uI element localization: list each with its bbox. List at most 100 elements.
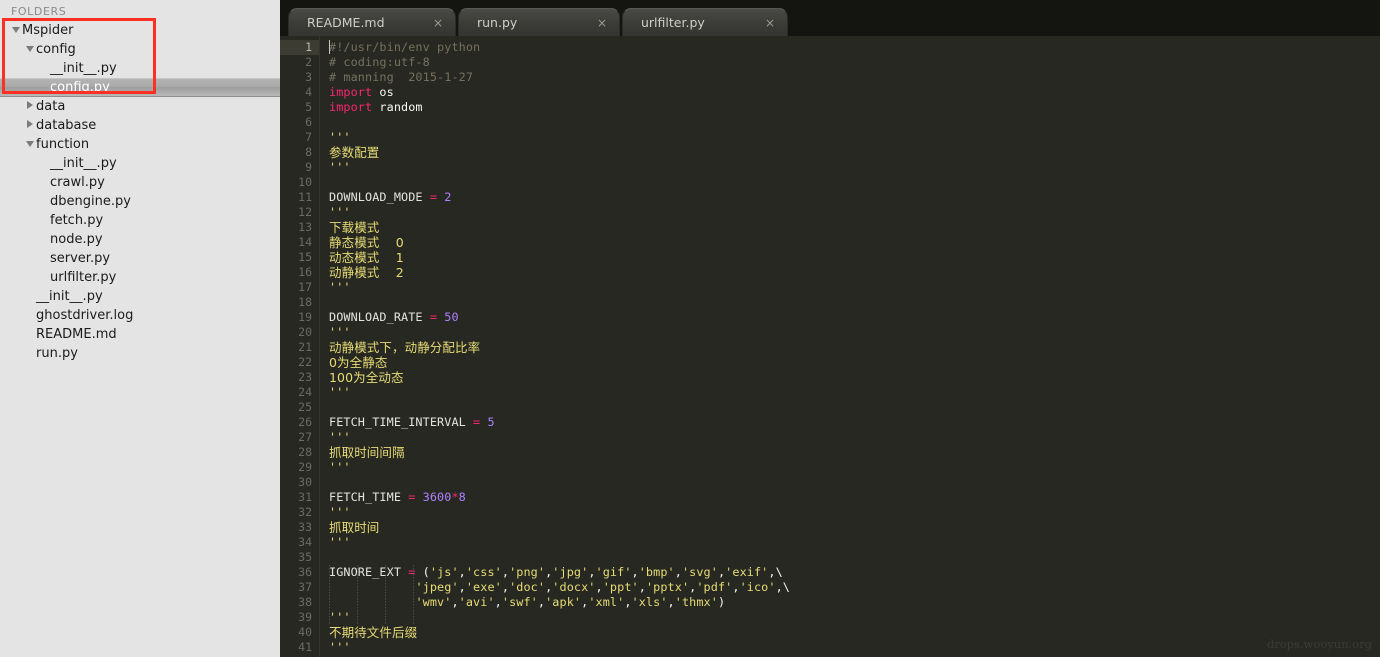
code-line[interactable]: 静态模式 0 bbox=[329, 235, 1380, 250]
caret-down-icon[interactable] bbox=[24, 135, 36, 154]
line-number: 6 bbox=[280, 115, 319, 130]
code-line[interactable]: IGNORE_EXT = ('js','css','png','jpg','gi… bbox=[329, 565, 1380, 580]
tree-item-label: README.md bbox=[36, 325, 117, 344]
line-number: 13 bbox=[280, 220, 319, 235]
code-token: * bbox=[451, 490, 458, 504]
code-token: os bbox=[372, 85, 394, 99]
code-line[interactable]: ''' bbox=[329, 130, 1380, 145]
code-line[interactable]: 抓取时间 bbox=[329, 520, 1380, 535]
caret-right-icon[interactable] bbox=[24, 97, 36, 116]
tab-readme-md[interactable]: README.md× bbox=[288, 8, 456, 36]
code-line[interactable]: import random bbox=[329, 100, 1380, 115]
tree-folder-config[interactable]: config bbox=[0, 40, 280, 59]
tree-folder-mspider[interactable]: Mspider bbox=[0, 21, 280, 40]
caret-down-icon bbox=[12, 27, 20, 33]
code-line[interactable]: FETCH_TIME_INTERVAL = 5 bbox=[329, 415, 1380, 430]
tab-urlfilter-py[interactable]: urlfilter.py× bbox=[622, 8, 788, 36]
code-line[interactable]: # coding:utf-8 bbox=[329, 55, 1380, 70]
code-line[interactable]: 动态模式 1 bbox=[329, 250, 1380, 265]
tree-file-readme-md[interactable]: README.md bbox=[0, 325, 280, 344]
code-line[interactable]: 'wmv','avi','swf','apk','xml','xls','thm… bbox=[329, 595, 1380, 610]
code-area[interactable]: 1234567891011121314151617181920212223242… bbox=[280, 36, 1380, 657]
tree-file-run-py[interactable]: run.py bbox=[0, 344, 280, 363]
line-number: 9 bbox=[280, 160, 319, 175]
code-line[interactable]: FETCH_TIME = 3600*8 bbox=[329, 490, 1380, 505]
line-number: 15 bbox=[280, 250, 319, 265]
line-number-gutter: 1234567891011121314151617181920212223242… bbox=[280, 36, 319, 657]
code-line[interactable]: 下载模式 bbox=[329, 220, 1380, 235]
code-token: , bbox=[495, 595, 502, 609]
tab-close-icon[interactable]: × bbox=[757, 17, 783, 29]
code-line[interactable]: DOWNLOAD_RATE = 50 bbox=[329, 310, 1380, 325]
code-line[interactable]: ''' bbox=[329, 610, 1380, 625]
code-token: 'xml' bbox=[588, 595, 624, 609]
line-number: 19 bbox=[280, 310, 319, 325]
code-line[interactable] bbox=[329, 175, 1380, 190]
tree-file--init-py[interactable]: __init__.py bbox=[0, 154, 280, 173]
code-line[interactable]: 动静模式 2 bbox=[329, 265, 1380, 280]
code-line[interactable]: ''' bbox=[329, 640, 1380, 655]
code-line[interactable]: 抓取时间间隔 bbox=[329, 445, 1380, 460]
code-line[interactable] bbox=[329, 115, 1380, 130]
code-line[interactable]: ''' bbox=[329, 535, 1380, 550]
code-line[interactable]: ''' bbox=[329, 160, 1380, 175]
tree-file-ghostdriver-log[interactable]: ghostdriver.log bbox=[0, 306, 280, 325]
code-line[interactable]: 不期待文件后缀 bbox=[329, 625, 1380, 640]
code-token: 'apk' bbox=[545, 595, 581, 609]
tree-file--init-py[interactable]: __init__.py bbox=[0, 59, 280, 78]
code-line[interactable]: ''' bbox=[329, 460, 1380, 475]
tab-run-py[interactable]: run.py× bbox=[458, 8, 620, 36]
code-token: ( bbox=[415, 565, 429, 579]
code-line[interactable]: ''' bbox=[329, 430, 1380, 445]
tree-file--init-py[interactable]: __init__.py bbox=[0, 287, 280, 306]
tree-file-dbengine-py[interactable]: dbengine.py bbox=[0, 192, 280, 211]
code-line[interactable]: ''' bbox=[329, 385, 1380, 400]
caret-down-icon bbox=[26, 141, 34, 147]
tree-folder-data[interactable]: data bbox=[0, 97, 280, 116]
code-line[interactable] bbox=[329, 475, 1380, 490]
code-line[interactable]: 'jpeg','exe','doc','docx','ppt','pptx','… bbox=[329, 580, 1380, 595]
code-line[interactable] bbox=[329, 295, 1380, 310]
code-token: , bbox=[459, 565, 466, 579]
code-line[interactable] bbox=[329, 400, 1380, 415]
code-line[interactable]: 动静模式下，动静分配比率 bbox=[329, 340, 1380, 355]
code-line[interactable]: ''' bbox=[329, 505, 1380, 520]
tree-file-config-py[interactable]: config.py bbox=[0, 78, 280, 97]
tree-folder-database[interactable]: database bbox=[0, 116, 280, 135]
code-token: 'exe' bbox=[466, 580, 502, 594]
code-line[interactable]: 100为全动态 bbox=[329, 370, 1380, 385]
indent-guide bbox=[329, 565, 330, 625]
code-line[interactable]: #!/usr/bin/env python bbox=[329, 40, 1380, 55]
caret-down-icon[interactable] bbox=[24, 40, 36, 59]
tree-file-node-py[interactable]: node.py bbox=[0, 230, 280, 249]
code-token: 3600 bbox=[415, 490, 451, 504]
code-line[interactable]: 参数配置 bbox=[329, 145, 1380, 160]
tree-file-urlfilter-py[interactable]: urlfilter.py bbox=[0, 268, 280, 287]
code-line[interactable]: DOWNLOAD_MODE = 2 bbox=[329, 190, 1380, 205]
line-number: 28 bbox=[280, 445, 319, 460]
code-token: 'jpg' bbox=[552, 565, 588, 579]
code-line[interactable]: import os bbox=[329, 85, 1380, 100]
code-line[interactable]: ''' bbox=[329, 280, 1380, 295]
code-token: , bbox=[668, 595, 675, 609]
tree-file-crawl-py[interactable]: crawl.py bbox=[0, 173, 280, 192]
tab-close-icon[interactable]: × bbox=[425, 17, 451, 29]
code-line[interactable]: # manning 2015-1-27 bbox=[329, 70, 1380, 85]
tree-file-server-py[interactable]: server.py bbox=[0, 249, 280, 268]
line-number: 32 bbox=[280, 505, 319, 520]
caret-down-icon[interactable] bbox=[10, 21, 22, 40]
code-line[interactable] bbox=[329, 550, 1380, 565]
code-line[interactable]: 0为全静态 bbox=[329, 355, 1380, 370]
line-number: 17 bbox=[280, 280, 319, 295]
tab-close-icon[interactable]: × bbox=[589, 17, 615, 29]
code-token bbox=[329, 595, 415, 609]
line-number: 35 bbox=[280, 550, 319, 565]
sublime-text-window: FOLDERS Mspiderconfig__init__.pyconfig.p… bbox=[0, 0, 1380, 657]
code-line[interactable]: ''' bbox=[329, 205, 1380, 220]
code-token: , bbox=[624, 595, 631, 609]
tree-file-fetch-py[interactable]: fetch.py bbox=[0, 211, 280, 230]
code-content[interactable]: #!/usr/bin/env python# coding:utf-8# man… bbox=[319, 36, 1380, 657]
code-line[interactable]: ''' bbox=[329, 325, 1380, 340]
tree-folder-function[interactable]: function bbox=[0, 135, 280, 154]
caret-right-icon[interactable] bbox=[24, 116, 36, 135]
